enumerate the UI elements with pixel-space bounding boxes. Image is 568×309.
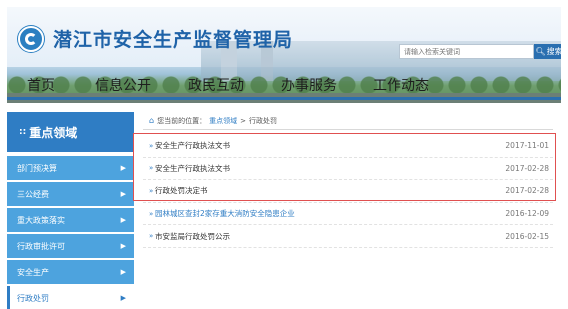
list-item[interactable]: » 园林城区查封2家存重大消防安全隐患企业 2016-12-09 [143,203,553,226]
article-list: » 安全生产行政执法文书 2017-11-01 » 安全生产行政执法文书 201… [143,135,553,248]
nav-item-info-disclosure[interactable]: 信息公开 [95,75,151,95]
nav-item-interaction[interactable]: 政民互动 [188,75,244,95]
article-title[interactable]: 安全生产行政执法文书 [155,163,493,174]
sidebar-item-budget[interactable]: 部门预决算 ▶ [7,156,134,180]
logo-swirl-icon [25,33,37,45]
nav-underline [7,97,561,100]
breadcrumb-prefix: 您当前的位置： [157,116,207,125]
nav-item-work-news[interactable]: 工作动态 [373,75,429,95]
main-nav: 首页 信息公开 政民互动 办事服务 工作动态 [7,68,561,100]
chevron-right-icon: ▶ [120,190,126,198]
breadcrumb: ⌂ 您当前的位置： 重点领域 > 行政处罚 [143,112,553,130]
article-title[interactable]: 行政处罚决定书 [155,185,493,196]
search-button[interactable]: 🔍︎ 搜索 [534,44,561,59]
breadcrumb-crumb-current: 行政处罚 [248,116,277,125]
sidebar-item-penalty[interactable]: 行政处罚 ▶ [7,286,134,309]
chevron-right-icon: ▶ [120,268,126,276]
chevron-right-icon: » [149,164,154,173]
sidebar-item-label: 三公经费 [17,189,49,199]
article-date: 2017-02-28 [505,163,549,173]
main-content: ⌂ 您当前的位置： 重点领域 > 行政处罚 » 安全生产行政执法文书 2017-… [143,112,553,248]
list-item[interactable]: » 安全生产行政执法文书 2017-11-01 [143,135,553,158]
sidebar-item-label: 安全生产 [17,267,49,277]
sidebar-item-approval[interactable]: 行政审批许可 ▶ [7,234,134,258]
article-date: 2017-11-01 [505,141,549,151]
sidebar-item-policy-implementation[interactable]: 重大政策落实 ▶ [7,208,134,232]
list-item[interactable]: » 安全生产行政执法文书 2017-02-28 [143,158,553,181]
article-title[interactable]: 园林城区查封2家存重大消防安全隐患企业 [155,208,493,219]
article-date: 2017-02-28 [505,186,549,196]
chevron-right-icon: » [149,141,154,150]
search-input[interactable] [399,44,534,59]
sidebar-item-label: 行政审批许可 [17,241,65,251]
sidebar-heading-icon: :: [19,127,27,137]
sidebar-item-work-safety[interactable]: 安全生产 ▶ [7,260,134,284]
sidebar-heading: :: 重点领域 [7,112,134,152]
search-button-label: 搜索 [546,47,561,56]
home-icon: ⌂ [149,116,155,125]
article-title[interactable]: 市安监局行政处罚公示 [155,231,493,242]
chevron-right-icon: » [149,232,154,241]
chevron-right-icon: ▶ [120,164,126,172]
sidebar-item-label: 部门预决算 [17,163,57,173]
chevron-right-icon: » [149,209,154,218]
sidebar-item-label: 行政处罚 [17,293,49,303]
article-date: 2016-02-15 [505,231,549,241]
breadcrumb-separator: > [240,116,246,125]
chevron-right-icon: ▶ [120,216,126,224]
search-icon: 🔍︎ [535,47,546,56]
article-date: 2016-12-09 [505,209,549,219]
chevron-right-icon: ▶ [120,294,126,302]
nav-item-home[interactable]: 首页 [27,75,55,95]
list-item[interactable]: » 市安监局行政处罚公示 2016-02-15 [143,225,553,248]
sidebar: :: 重点领域 部门预决算 ▶ 三公经费 ▶ 重大政策落实 ▶ 行政审批许可 ▶… [7,112,134,309]
article-title[interactable]: 安全生产行政执法文书 [155,140,493,151]
sidebar-items: 部门预决算 ▶ 三公经费 ▶ 重大政策落实 ▶ 行政审批许可 ▶ 安全生产 ▶ … [7,156,134,309]
page: 潜江市安全生产监督管理局 🔍︎ 搜索 首页 信息公开 政民互动 办事服务 工作动… [0,0,568,309]
list-item[interactable]: » 行政处罚决定书 2017-02-28 [143,180,553,203]
sidebar-item-three-public-expenses[interactable]: 三公经费 ▶ [7,182,134,206]
site-title: 潜江市安全生产监督管理局 [53,29,294,51]
site-logo[interactable] [18,26,44,52]
chevron-right-icon: ▶ [120,242,126,250]
sidebar-item-label: 重大政策落实 [17,215,65,225]
nav-item-services[interactable]: 办事服务 [281,75,337,95]
breadcrumb-crumb-focus-areas[interactable]: 重点领域 [209,116,237,126]
sidebar-heading-label: 重点领域 [29,125,78,140]
chevron-right-icon: » [149,186,154,195]
